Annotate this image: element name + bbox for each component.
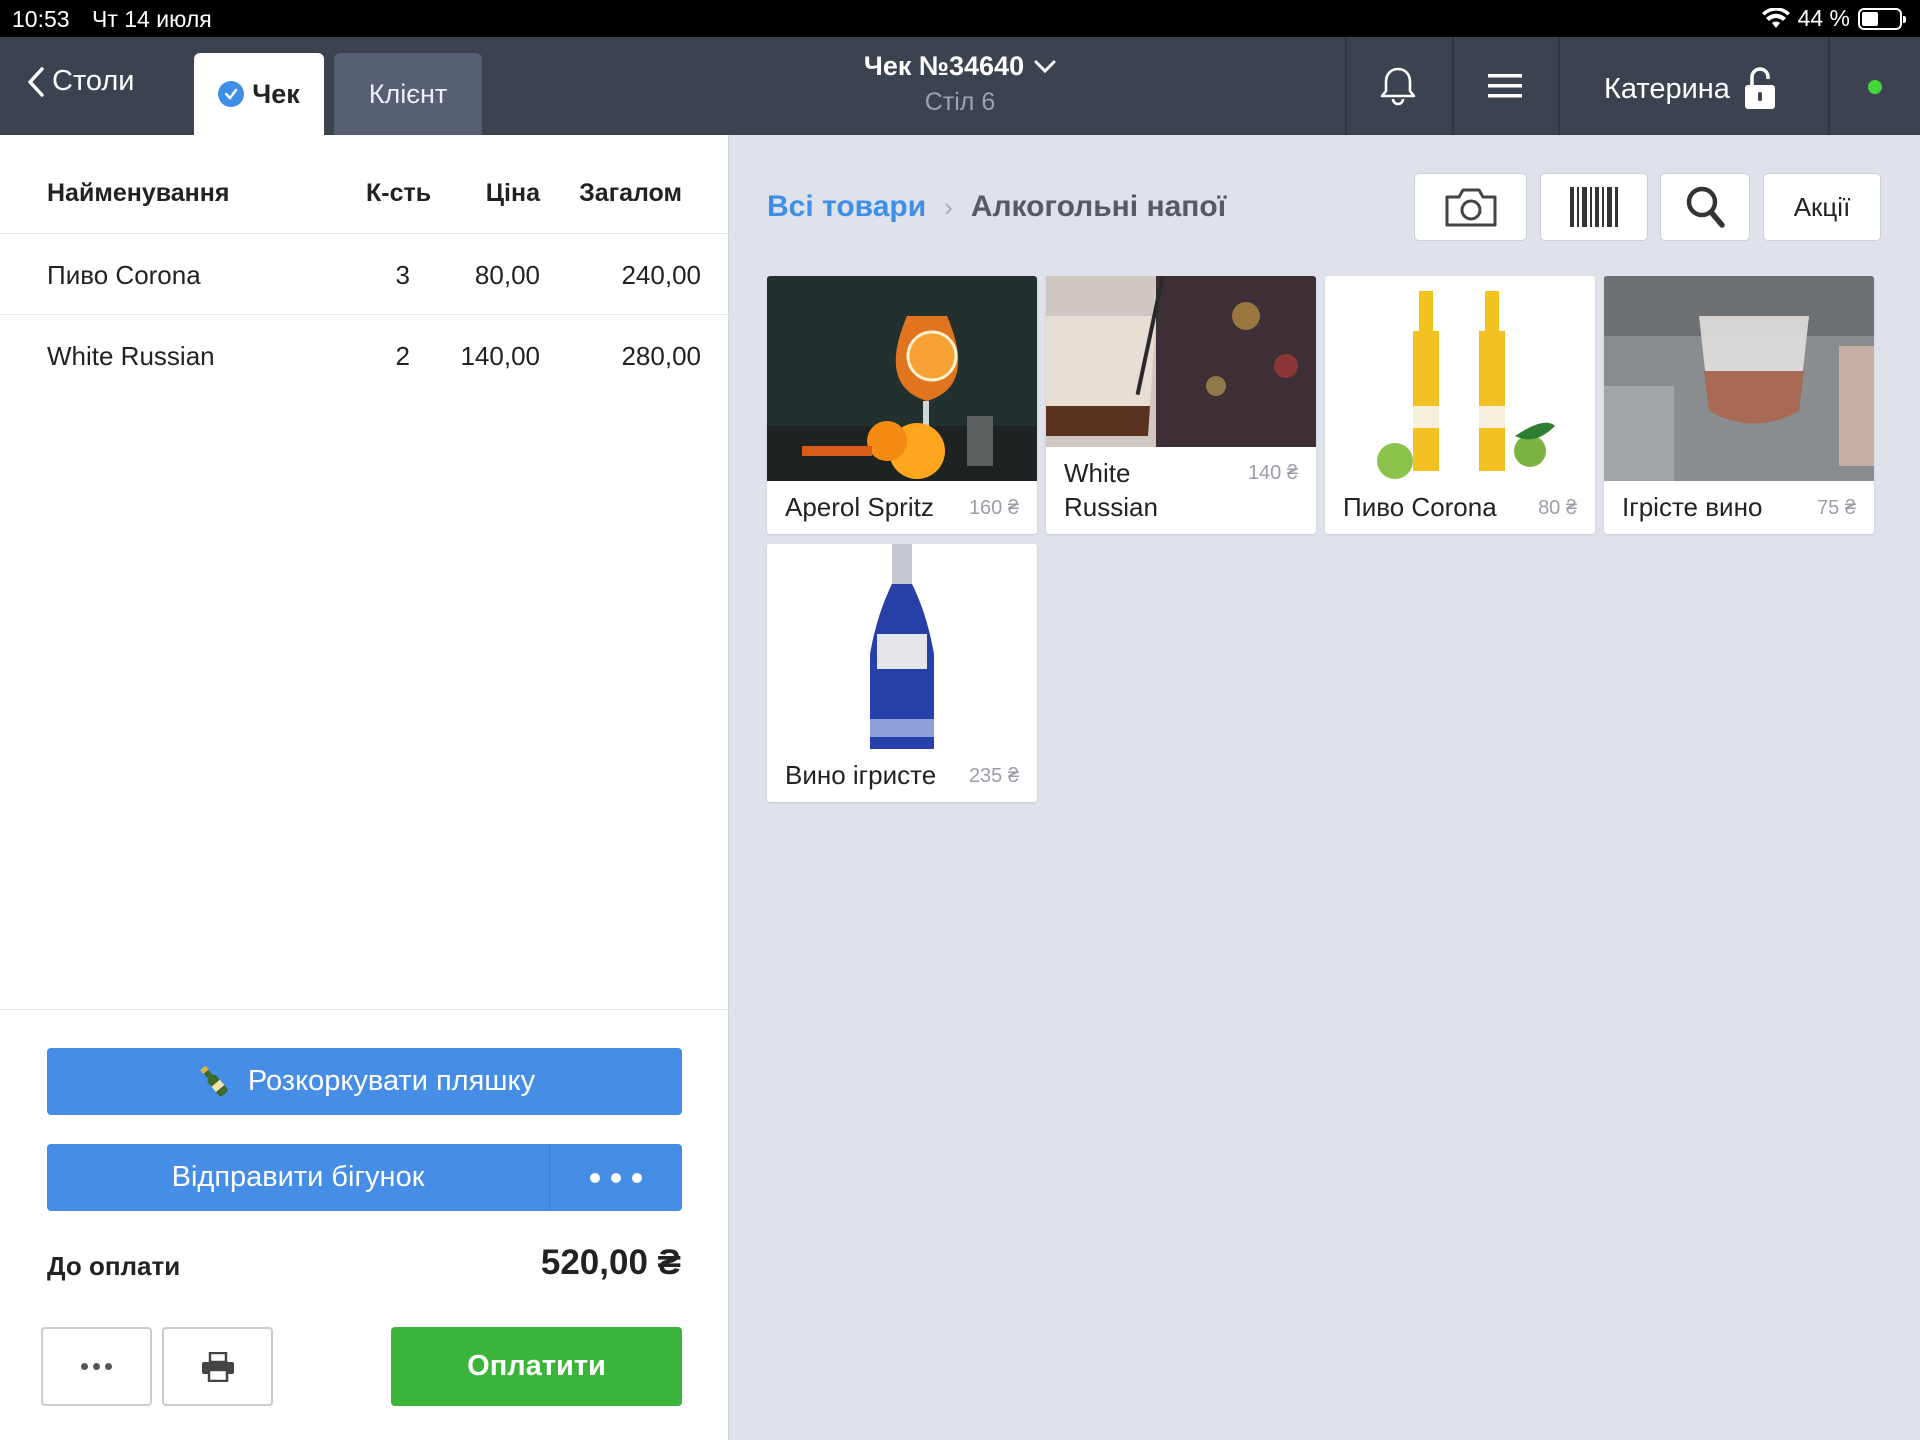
battery-icon	[1858, 7, 1906, 30]
breadcrumb-all-products[interactable]: Всі товари	[767, 190, 926, 224]
order-panel: Найменування К-сть Ціна Загалом Пиво Cor…	[0, 135, 729, 1440]
notifications-button[interactable]	[1378, 65, 1418, 112]
amount-due-value: 520,00 ₴	[540, 1243, 681, 1282]
white-russian-image	[1046, 276, 1316, 447]
more-dots-icon	[590, 1172, 600, 1183]
online-status-dot	[1868, 80, 1882, 94]
nav-divider	[1345, 37, 1347, 135]
aperol-spritz-image	[767, 276, 1037, 481]
back-label: Столи	[52, 65, 135, 97]
pay-button[interactable]: Оплатити	[391, 1327, 682, 1406]
chevron-down-icon	[1034, 60, 1056, 73]
product-card-vino-igryste[interactable]: Вино ігристе 235 ₴	[767, 544, 1037, 802]
bell-icon	[1380, 67, 1416, 106]
battery-percent: 44 %	[1797, 5, 1850, 31]
col-name-header: Найменування	[47, 179, 230, 207]
order-item-price: 80,00	[474, 260, 540, 290]
back-button[interactable]: Столи	[26, 65, 135, 98]
product-card-corona[interactable]: Пиво Corona 80 ₴	[1325, 276, 1595, 534]
more-dots-icon	[81, 1363, 88, 1370]
product-name: Вино ігристе	[785, 760, 937, 790]
product-name: Пиво Corona	[1343, 492, 1497, 522]
status-date: Чт 14 июля	[92, 6, 212, 32]
nav-divider	[1452, 37, 1454, 135]
user-lock-button[interactable]: Катерина	[1604, 67, 1776, 111]
wifi-icon	[1761, 7, 1790, 28]
printer-icon	[201, 1351, 234, 1382]
barcode-scan-button[interactable]	[1540, 173, 1648, 241]
status-bar: 10:53 Чт 14 июля 44 %	[0, 0, 1920, 37]
order-row[interactable]: White Russian 2 140,00 280,00	[0, 315, 729, 396]
wine-bottle-image	[767, 544, 1037, 749]
divider	[0, 1009, 729, 1010]
bottle-icon	[200, 1065, 228, 1096]
pay-label: Оплатити	[467, 1350, 606, 1382]
nav-divider	[1558, 37, 1560, 135]
order-item-name: White Russian	[47, 341, 215, 371]
search-button[interactable]	[1660, 173, 1750, 241]
col-qty-header: К-сть	[366, 179, 432, 207]
table-subtitle: Стіл 6	[924, 88, 996, 116]
uncork-bottle-button[interactable]: Розкоркувати пляшку	[47, 1048, 682, 1115]
uncork-bottle-label: Розкоркувати пляшку	[247, 1065, 536, 1097]
breadcrumb-current: Алкогольні напої	[970, 190, 1227, 223]
order-item-name: Пиво Corona	[47, 260, 201, 290]
send-runner-group: Відправити бігунок	[47, 1144, 682, 1211]
receipt-title: Чек №34640	[863, 51, 1025, 81]
order-item-total: 280,00	[621, 341, 701, 371]
product-price: 80 ₴	[1538, 497, 1577, 519]
top-nav: Столи Чек Клієнт Чек №34640 Стіл 6 Катер…	[0, 37, 1920, 135]
tab-check-label: Чек	[252, 78, 300, 109]
product-price: 140 ₴	[1247, 462, 1298, 484]
breadcrumb-separator: ›	[944, 191, 953, 222]
user-name: Катерина	[1604, 72, 1730, 105]
product-card-sparkling-wine[interactable]: Ігрісте вино 75 ₴	[1604, 276, 1874, 534]
tab-check[interactable]: Чек	[194, 53, 324, 135]
menu-button[interactable]	[1488, 72, 1522, 105]
promotions-label: Акції	[1793, 191, 1851, 222]
product-name: White Russian	[1064, 458, 1158, 522]
hamburger-icon	[1488, 74, 1522, 98]
send-runner-button[interactable]: Відправити бігунок	[47, 1144, 549, 1211]
order-item-price: 140,00	[460, 341, 540, 371]
send-options-button[interactable]	[550, 1144, 682, 1211]
product-card-white-russian[interactable]: White Russian 140 ₴	[1046, 276, 1316, 534]
tab-client-label: Клієнт	[368, 78, 448, 109]
sparkling-wine-glass-image	[1604, 276, 1874, 481]
col-total-header: Загалом	[579, 179, 682, 207]
col-price-header: Ціна	[485, 179, 540, 207]
corona-beer-image	[1325, 276, 1595, 481]
order-item-qty: 2	[395, 341, 410, 371]
breadcrumb: Всі товари › Алкогольні напої	[767, 190, 1226, 224]
order-row[interactable]: Пиво Corona 3 80,00 240,00	[0, 234, 729, 315]
receipt-selector[interactable]: Чек №34640 Стіл 6	[780, 51, 1140, 117]
check-circle-icon	[218, 81, 245, 107]
product-price: 235 ₴	[968, 765, 1019, 787]
send-runner-label: Відправити бігунок	[171, 1161, 425, 1193]
order-item-total: 240,00	[621, 260, 701, 290]
status-time: 10:53	[12, 6, 70, 32]
camera-icon	[1445, 188, 1496, 227]
product-price: 75 ₴	[1817, 497, 1856, 519]
chevron-left-icon	[28, 66, 44, 97]
product-price: 160 ₴	[968, 497, 1019, 519]
barcode-icon	[1570, 187, 1618, 227]
unlocked-icon	[1744, 67, 1775, 109]
search-icon	[1686, 186, 1725, 228]
product-name: Ігрісте вино	[1622, 492, 1763, 522]
product-card-aperol-spritz[interactable]: Aperol Spritz 160 ₴	[767, 276, 1037, 534]
product-name: Aperol Spritz	[785, 492, 934, 522]
camera-button[interactable]	[1414, 173, 1527, 241]
order-table-header: Найменування К-сть Ціна Загалом	[0, 135, 729, 234]
more-actions-button[interactable]	[41, 1327, 152, 1406]
promotions-button[interactable]: Акції	[1763, 173, 1881, 241]
print-button[interactable]	[162, 1327, 273, 1406]
order-item-qty: 3	[395, 260, 410, 290]
nav-divider	[1828, 37, 1830, 135]
amount-due-label: До оплати	[47, 1251, 181, 1281]
tab-client[interactable]: Клієнт	[334, 53, 482, 135]
